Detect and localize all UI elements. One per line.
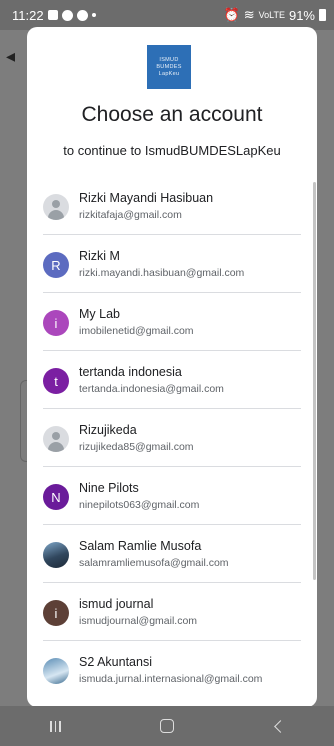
dialog-title: Choose an account <box>81 103 263 126</box>
more-notifications-icon <box>91 13 96 17</box>
status-time: 11:22 <box>12 7 44 23</box>
background-back-arrow-icon: ◂ <box>6 46 16 66</box>
account-name: Rizki M <box>79 249 120 263</box>
app-logo: ISMUD BUMDES LapKeu <box>147 45 191 89</box>
account-item[interactable]: Salam Ramlie Musofa salamramliemusofa@gm… <box>43 525 301 583</box>
letter-avatar: i <box>43 310 69 336</box>
account-email: tertanda.indonesia@gmail.com <box>79 383 224 395</box>
gallery-notification-icon <box>47 10 58 20</box>
home-icon <box>159 719 174 733</box>
account-email: rizujikeda85@gmail.com <box>79 441 194 453</box>
status-bar: 11:22 ⏰ ≋ VoLTE 91% <box>0 0 334 30</box>
default-person-avatar-icon <box>43 194 69 220</box>
account-name: Nine Pilots <box>79 481 139 495</box>
recents-icon <box>50 720 61 732</box>
default-person-avatar-icon <box>43 426 69 452</box>
battery-percent: 91% <box>288 7 315 23</box>
account-name: ismud journal <box>79 597 154 611</box>
navigation-bar <box>0 706 334 746</box>
account-item[interactable]: R Rizki M rizki.mayandi.hasibuan@gmail.c… <box>43 235 301 293</box>
account-item[interactable]: Rizujikeda rizujikeda85@gmail.com <box>43 409 301 467</box>
account-name: My Lab <box>79 307 120 321</box>
account-item[interactable]: S2 Akuntansi ismuda.jurnal.internasional… <box>43 641 301 699</box>
account-item[interactable]: Rizki Mayandi Hasibuan rizkitafaja@gmail… <box>43 177 301 235</box>
app-logo-text: ISMUD BUMDES LapKeu <box>156 56 182 77</box>
letter-avatar: t <box>43 368 69 394</box>
account-name: Salam Ramlie Musofa <box>79 539 202 553</box>
account-email: rizkitafaja@gmail.com <box>79 209 182 221</box>
account-list: Rizki Mayandi Hasibuan rizkitafaja@gmail… <box>27 177 317 699</box>
alarm-icon: ⏰ <box>223 7 240 22</box>
dialog-subtitle: to continue to IsmudBUMDESLapKeu <box>63 143 281 158</box>
account-email: ninepilots063@gmail.com <box>79 499 200 511</box>
account-email: ismuda.jurnal.internasional@gmail.com <box>79 673 263 685</box>
account-email: rizki.mayandi.hasibuan@gmail.com <box>79 267 245 279</box>
account-name: Rizujikeda <box>79 423 137 437</box>
profile-photo-avatar <box>43 658 69 684</box>
choose-account-dialog: ISMUD BUMDES LapKeu Choose an account to… <box>27 27 317 707</box>
account-email: imobilenetid@gmail.com <box>79 325 194 337</box>
account-item[interactable]: t tertanda indonesia tertanda.indonesia@… <box>43 351 301 409</box>
account-email: salamramliemusofa@gmail.com <box>79 557 229 569</box>
status-right: ⏰ ≋ VoLTE 91% <box>224 7 326 23</box>
account-name: Rizki Mayandi Hasibuan <box>79 191 214 205</box>
battery-icon <box>319 9 326 21</box>
recents-button[interactable] <box>36 711 76 741</box>
letter-avatar: R <box>43 252 69 278</box>
back-button[interactable] <box>258 711 298 741</box>
wifi-icon: ≋ <box>243 7 255 22</box>
account-name: S2 Akuntansi <box>79 655 152 669</box>
letter-avatar: N <box>43 484 69 510</box>
back-icon <box>273 719 287 733</box>
account-item[interactable]: i ismud journal ismudjournal@gmail.com <box>43 583 301 641</box>
b-notification-icon <box>76 9 88 21</box>
account-list-scrollbar[interactable] <box>313 182 316 580</box>
account-item[interactable]: i My Lab imobilenetid@gmail.com <box>43 293 301 351</box>
signal-icon: VoLTE <box>258 9 285 20</box>
profile-photo-avatar <box>43 542 69 568</box>
account-name: tertanda indonesia <box>79 365 182 379</box>
letter-avatar: i <box>43 600 69 626</box>
app-notification-icon <box>61 9 73 21</box>
account-item[interactable]: N Nine Pilots ninepilots063@gmail.com <box>43 467 301 525</box>
home-button[interactable] <box>147 711 187 741</box>
account-email: ismudjournal@gmail.com <box>79 615 198 627</box>
status-left: 11:22 <box>12 8 96 23</box>
